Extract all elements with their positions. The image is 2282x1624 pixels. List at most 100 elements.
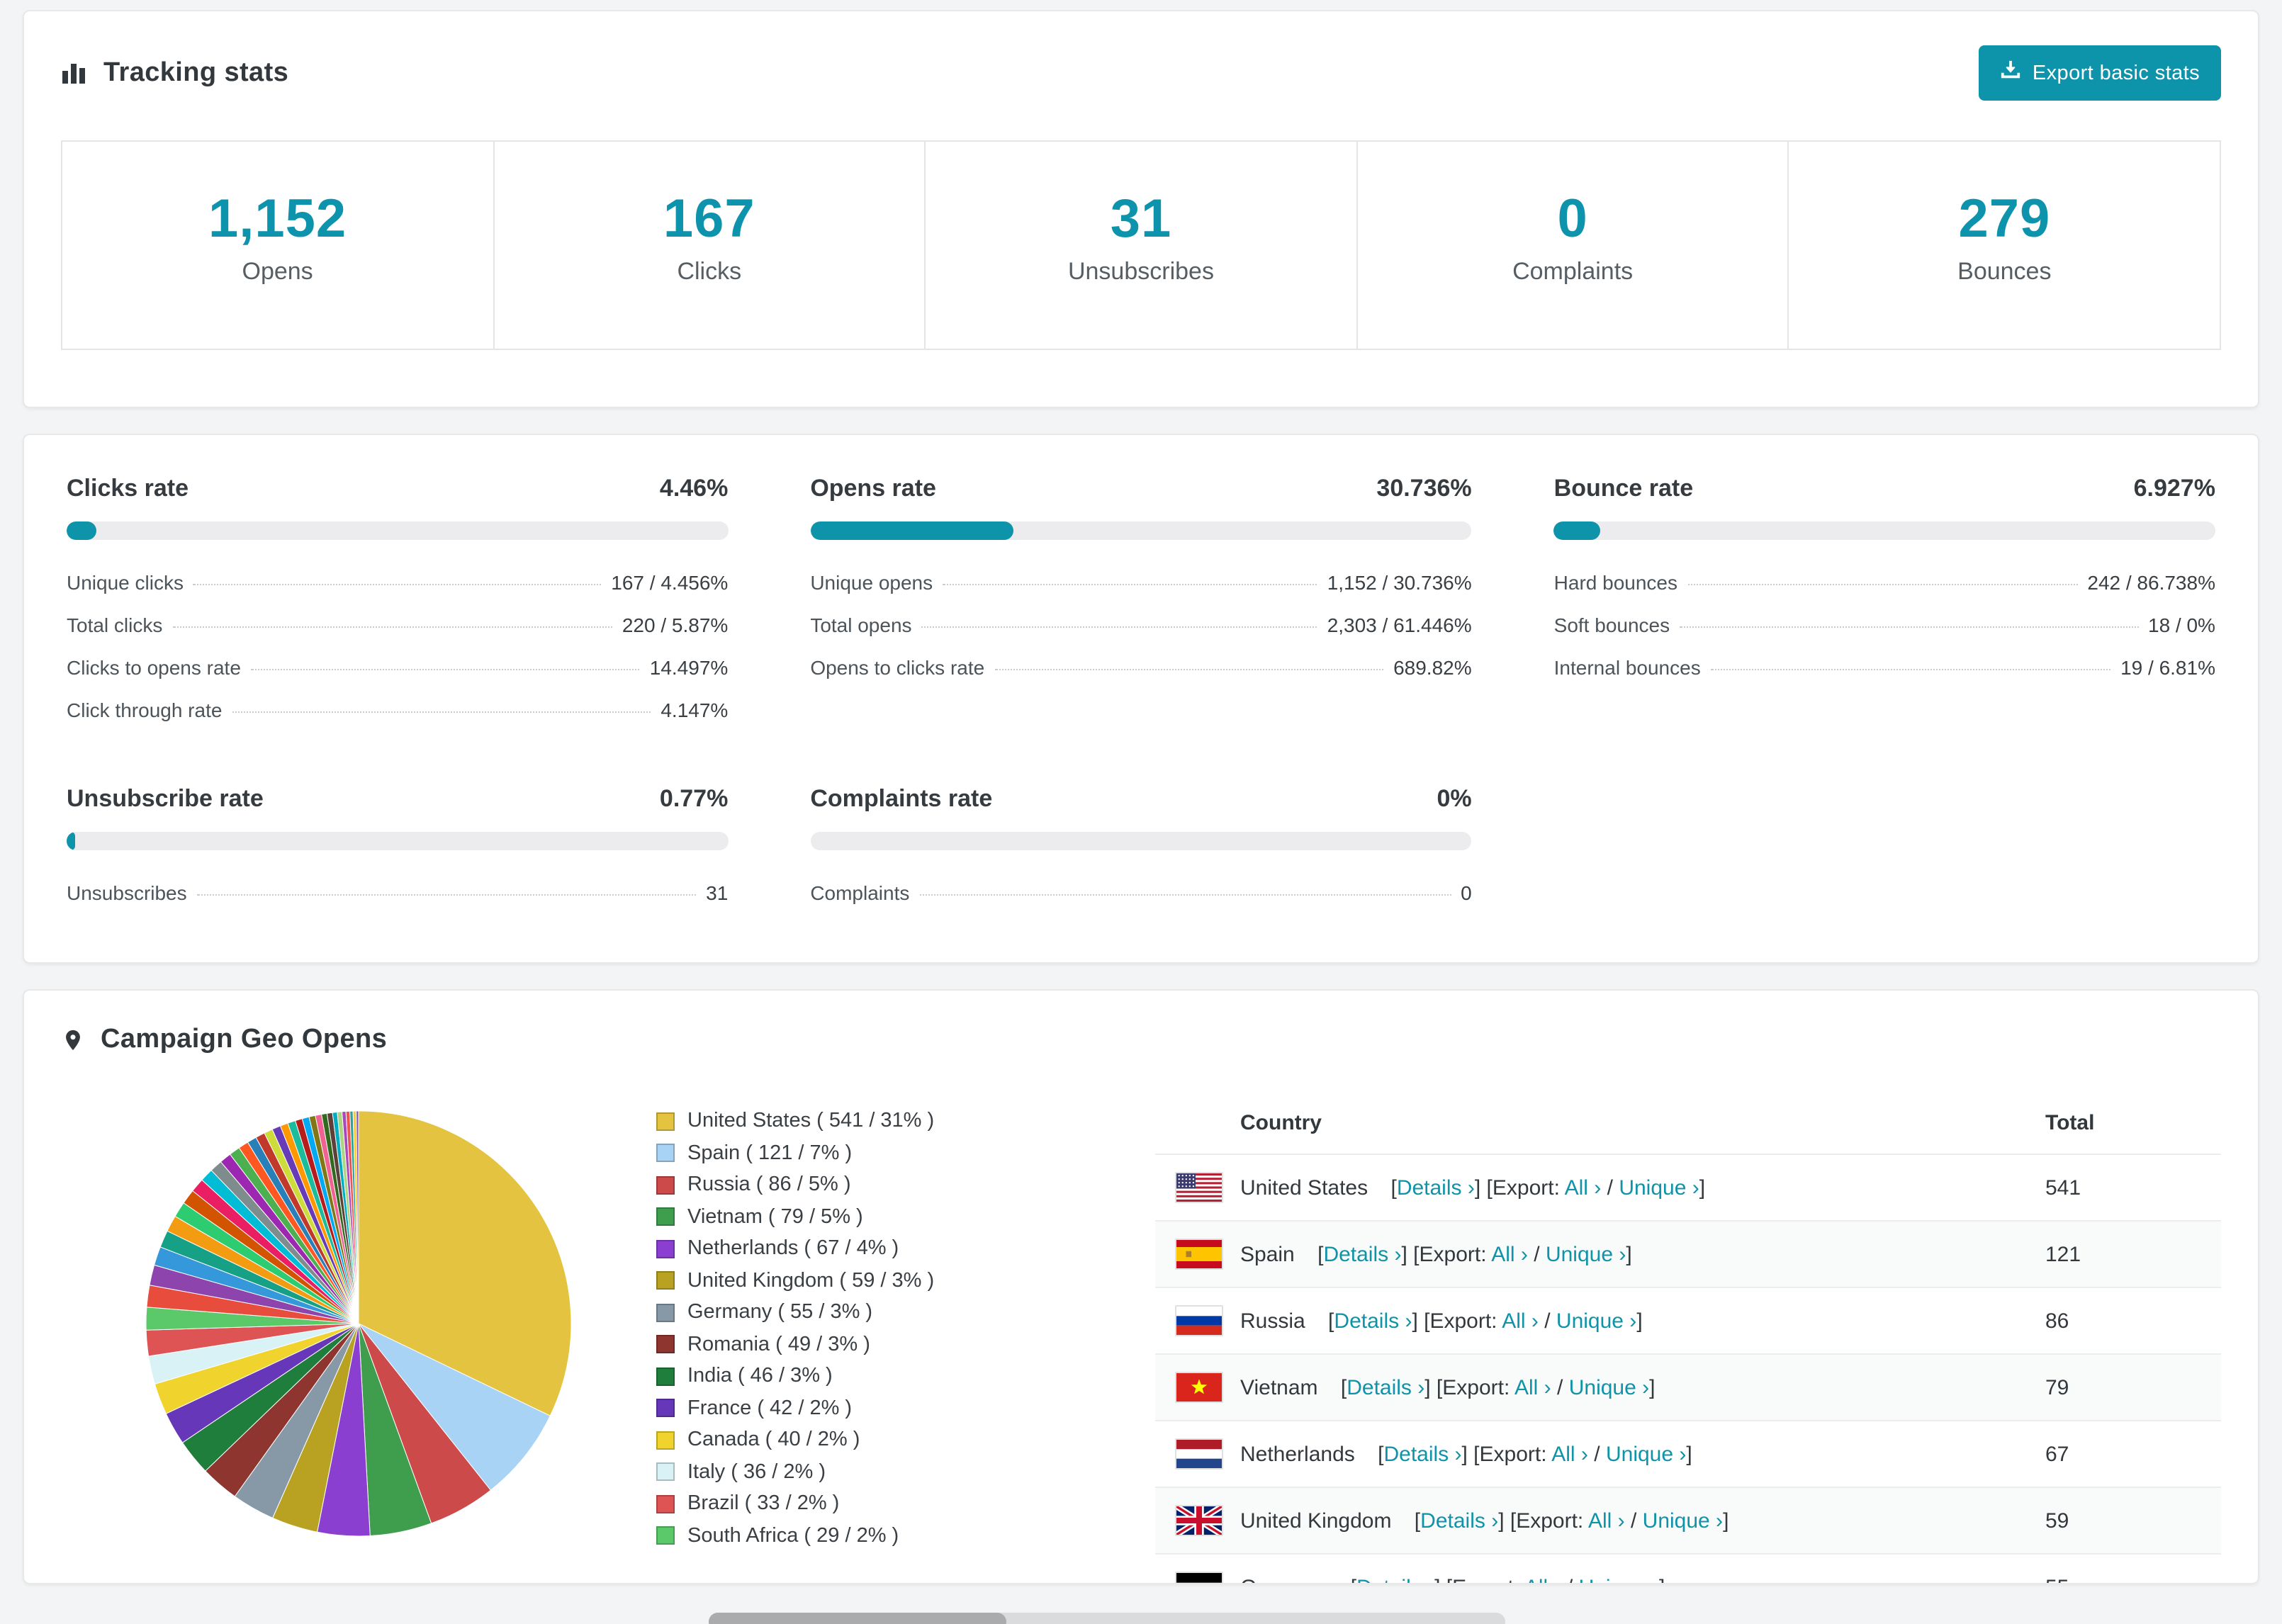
- details-link[interactable]: Details ›: [1347, 1375, 1424, 1399]
- details-link[interactable]: Details ›: [1323, 1242, 1401, 1266]
- legend-item-italy[interactable]: Italy ( 36 / 2% ): [656, 1460, 1155, 1483]
- bracket: ]: [1626, 1242, 1632, 1266]
- bracket: ]: [1723, 1509, 1729, 1533]
- rate-stat-row: Total clicks 220 / 5.87%: [67, 604, 728, 646]
- export-label: Export:: [1442, 1375, 1514, 1399]
- export-all-link[interactable]: All ›: [1588, 1509, 1625, 1533]
- country-cell: United Kingdom [Details ›] [Export: All …: [1175, 1505, 2045, 1536]
- rate-stat-value: 18 / 0%: [2148, 614, 2215, 636]
- bracket: ]: [1686, 1442, 1692, 1466]
- legend-item-india[interactable]: India ( 46 / 3% ): [656, 1365, 1155, 1387]
- bracket: ]: [1699, 1175, 1706, 1200]
- country-cell: United States [Details ›] [Export: All ›…: [1175, 1172, 2045, 1203]
- rate-stat-row: Total opens 2,303 / 61.446%: [810, 604, 1471, 646]
- export-unique-link[interactable]: Unique ›: [1569, 1375, 1649, 1399]
- export-all-link[interactable]: All ›: [1524, 1575, 1561, 1583]
- dotted-leader: [232, 711, 651, 713]
- export-unique-link[interactable]: Unique ›: [1546, 1242, 1626, 1266]
- legend-item-vietnam[interactable]: Vietnam ( 79 / 5% ): [656, 1205, 1155, 1228]
- rate-progress-bar: [1553, 521, 2215, 540]
- legend-label: Brazil ( 33 / 2% ): [687, 1492, 840, 1515]
- legend-item-germany[interactable]: Germany ( 55 / 3% ): [656, 1301, 1155, 1324]
- dotted-leader: [196, 894, 697, 896]
- rate-stat-value: 220 / 5.87%: [622, 614, 729, 636]
- export-all-link[interactable]: All ›: [1551, 1442, 1588, 1466]
- export-all-link[interactable]: All ›: [1491, 1242, 1528, 1266]
- dotted-leader: [921, 626, 1317, 628]
- flag-germany-icon: [1175, 1572, 1223, 1583]
- details-link[interactable]: Details ›: [1383, 1442, 1461, 1466]
- rate-progress-fill: [67, 521, 96, 540]
- export-all-link[interactable]: All ›: [1502, 1309, 1539, 1333]
- bracket: ] [: [1474, 1175, 1493, 1200]
- horizontal-scrollbar-thumb[interactable]: [709, 1613, 1006, 1624]
- legend-swatch: [656, 1207, 675, 1226]
- tracking-stats-card: Tracking stats Export basic stats 1,152 O…: [23, 10, 2259, 408]
- legend-item-spain[interactable]: Spain ( 121 / 7% ): [656, 1141, 1155, 1164]
- separator: /: [1624, 1509, 1643, 1533]
- horizontal-scrollbar-track[interactable]: [709, 1613, 1505, 1624]
- stat-bounces: 279 Bounces: [1789, 142, 2220, 349]
- export-basic-stats-button[interactable]: Export basic stats: [1978, 45, 2221, 101]
- rate-stat-row: Hard bounces 242 / 86.738%: [1554, 561, 2215, 604]
- bracket: ] [: [1412, 1309, 1430, 1333]
- bracket: ] [: [1434, 1575, 1452, 1583]
- details-link[interactable]: Details ›: [1397, 1175, 1475, 1200]
- details-link[interactable]: Details ›: [1334, 1309, 1412, 1333]
- details-link[interactable]: Details ›: [1420, 1509, 1498, 1533]
- legend-swatch: [656, 1271, 675, 1290]
- rate-stat-label: Click through rate: [67, 699, 223, 721]
- export-label: Export:: [1419, 1242, 1492, 1266]
- rate-stat-row: Internal bounces 19 / 6.81%: [1554, 646, 2215, 689]
- bracket: [: [1334, 1375, 1347, 1399]
- legend-item-romania[interactable]: Romania ( 49 / 3% ): [656, 1333, 1155, 1355]
- legend-item-canada[interactable]: Canada ( 40 / 2% ): [656, 1428, 1155, 1451]
- rate-stat-label: Total clicks: [67, 614, 163, 636]
- legend-item-netherlands[interactable]: Netherlands ( 67 / 4% ): [656, 1237, 1155, 1260]
- flag-united-states-icon: [1175, 1172, 1223, 1203]
- flag-united-kingdom-icon: [1175, 1505, 1223, 1536]
- export-unique-link[interactable]: Unique ›: [1606, 1442, 1686, 1466]
- export-unique-link[interactable]: Unique ›: [1556, 1309, 1636, 1333]
- country-links: [Details ›] [Export: All › / Unique ›]: [1322, 1309, 1643, 1333]
- legend-label: Romania ( 49 / 3% ): [687, 1333, 870, 1355]
- legend-swatch: [656, 1367, 675, 1385]
- export-unique-link[interactable]: Unique ›: [1619, 1175, 1699, 1200]
- legend-item-united-kingdom[interactable]: United Kingdom ( 59 / 3% ): [656, 1269, 1155, 1292]
- rate-header: Opens rate 30.736%: [810, 475, 1471, 503]
- legend-label: United Kingdom ( 59 / 3% ): [687, 1269, 935, 1292]
- export-unique-link[interactable]: Unique ›: [1643, 1509, 1723, 1533]
- stat-label: Bounces: [1957, 258, 2052, 285]
- legend-item-united-states[interactable]: United States ( 541 / 31% ): [656, 1110, 1155, 1132]
- export-unique-link[interactable]: Unique ›: [1579, 1575, 1659, 1583]
- dotted-leader: [919, 894, 1451, 896]
- separator: /: [1538, 1309, 1556, 1333]
- geo-country-table: Country Total United States [Details ›] [E…: [1155, 1093, 2221, 1583]
- legend-item-russia[interactable]: Russia ( 86 / 5% ): [656, 1173, 1155, 1196]
- country-name: Germany: [1240, 1575, 1327, 1583]
- legend-swatch: [656, 1462, 675, 1481]
- legend-item-brazil[interactable]: Brazil ( 33 / 2% ): [656, 1492, 1155, 1515]
- export-all-link[interactable]: All ›: [1565, 1175, 1602, 1200]
- rate-stat-value: 242 / 86.738%: [2087, 571, 2215, 594]
- rate-stat-value: 19 / 6.81%: [2120, 656, 2215, 679]
- bracket: ]: [1649, 1375, 1656, 1399]
- country-name: Russia: [1240, 1309, 1305, 1333]
- legend-label: Germany ( 55 / 3% ): [687, 1301, 873, 1324]
- rate-stat-label: Hard bounces: [1553, 571, 1677, 594]
- export-label: Export:: [1492, 1175, 1565, 1200]
- legend-item-south-africa[interactable]: South Africa ( 29 / 2% ): [656, 1524, 1155, 1547]
- country-links: [Details ›] [Export: All › / Unique ›]: [1385, 1175, 1705, 1200]
- dotted-leader: [1687, 584, 2078, 585]
- country-cell: Netherlands [Details ›] [Export: All › /…: [1175, 1438, 2045, 1470]
- rate-stat-value: 4.147%: [661, 699, 729, 721]
- dotted-leader: [1710, 669, 2111, 670]
- bracket: [: [1385, 1175, 1397, 1200]
- rate-progress-fill: [1553, 521, 1600, 540]
- bracket: ] [: [1498, 1509, 1517, 1533]
- dotted-leader: [172, 626, 612, 628]
- details-link[interactable]: Details ›: [1356, 1575, 1434, 1583]
- legend-item-france[interactable]: France ( 42 / 2% ): [656, 1397, 1155, 1419]
- stat-label: Complaints: [1512, 258, 1634, 285]
- export-all-link[interactable]: All ›: [1514, 1375, 1551, 1399]
